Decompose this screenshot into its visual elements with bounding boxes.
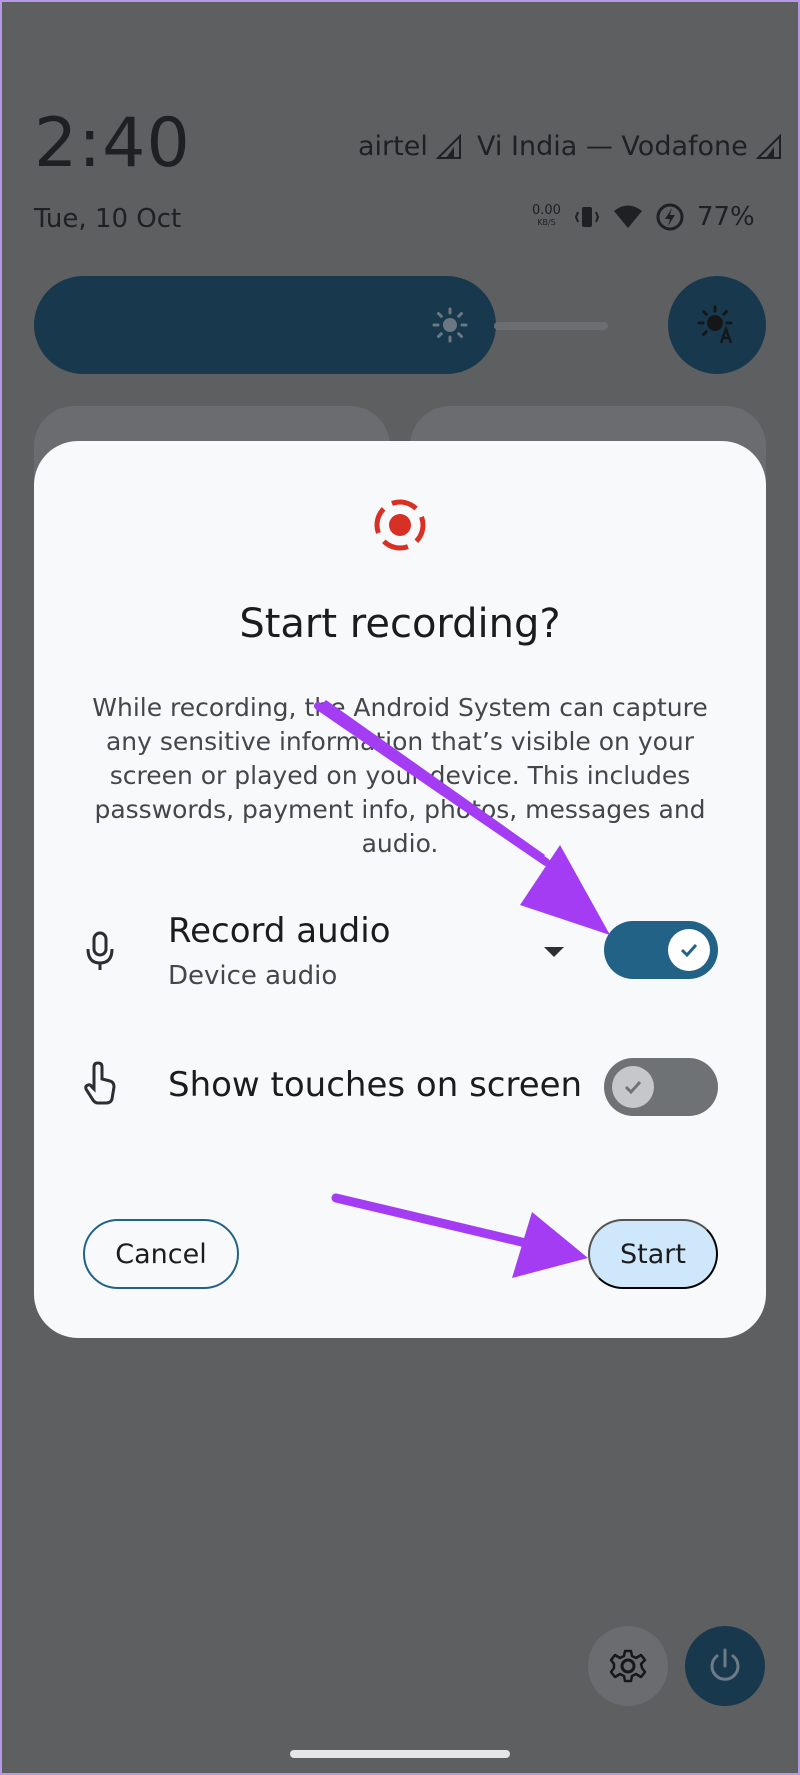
brightness-track[interactable] (494, 322, 608, 330)
wifi-icon (613, 205, 642, 228)
check-icon (624, 1080, 642, 1095)
toggle-knob (612, 1066, 654, 1108)
touch-hand-icon (84, 1061, 116, 1105)
signal-icon (436, 133, 462, 159)
record-audio-label: Record audio (168, 911, 391, 951)
network-speed: 0.00 KB/S (532, 203, 561, 227)
status-icons: 0.00 KB/S 77% (532, 202, 755, 232)
power-button[interactable] (685, 1626, 765, 1706)
audio-source-dropdown-icon[interactable] (544, 947, 564, 957)
brightness-slider[interactable] (34, 276, 496, 374)
microphone-icon (86, 931, 114, 970)
dialog-description: While recording, the Android System can … (92, 693, 708, 858)
show-touches-toggle[interactable] (604, 1058, 718, 1116)
audio-source-label[interactable]: Device audio (168, 961, 337, 991)
check-icon (680, 943, 698, 958)
auto-brightness-icon (697, 305, 733, 344)
auto-brightness-button[interactable] (668, 276, 766, 374)
carrier-info: airtel Vi India — Vodafone (358, 130, 782, 162)
cancel-button[interactable]: Cancel (83, 1219, 239, 1289)
vibrate-icon (574, 207, 600, 227)
power-icon (710, 1648, 740, 1681)
clock: 2:40 (34, 104, 191, 183)
record-audio-toggle[interactable] (604, 921, 718, 979)
sun-icon (432, 307, 468, 343)
start-button[interactable]: Start (588, 1219, 718, 1289)
screen-record-icon (374, 499, 426, 551)
battery-saver-icon (656, 203, 684, 231)
carrier-1-label: airtel (358, 131, 428, 162)
dialog-title: Start recording? (239, 601, 561, 647)
signal-icon (756, 133, 782, 159)
settings-button[interactable] (588, 1626, 668, 1706)
show-touches-label: Show touches on screen (168, 1065, 583, 1105)
toggle-knob (668, 929, 710, 971)
home-gesture-bar[interactable] (290, 1750, 510, 1758)
start-recording-dialog: Start recording? While recording, the An… (34, 441, 766, 1338)
date: Tue, 10 Oct (34, 204, 182, 234)
gear-icon (609, 1649, 647, 1683)
carrier-2-label: Vi India — Vodafone (477, 131, 748, 162)
battery-percentage: 77% (696, 202, 755, 232)
